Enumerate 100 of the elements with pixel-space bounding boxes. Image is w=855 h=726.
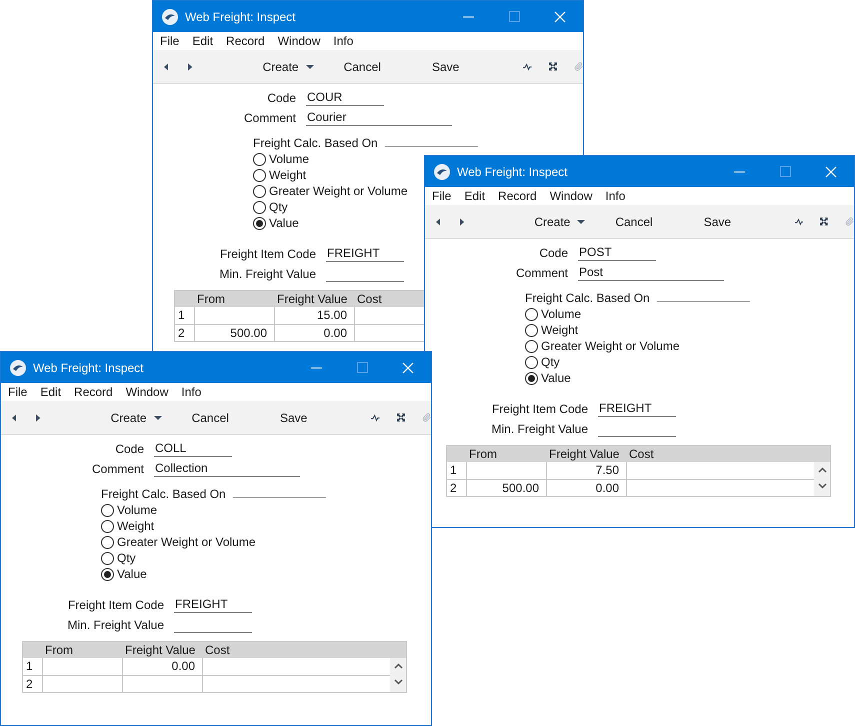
save-button[interactable]: Save bbox=[704, 212, 732, 230]
cancel-button[interactable]: Cancel bbox=[192, 408, 229, 426]
field-label: Freight Item Code bbox=[218, 246, 316, 263]
minimize-icon[interactable] bbox=[310, 366, 322, 368]
radio-label: Greater Weight or Volume bbox=[117, 534, 256, 551]
caret-icon bbox=[154, 416, 162, 420]
minimize-icon[interactable] bbox=[734, 170, 744, 172]
field-label: Code bbox=[266, 90, 296, 107]
radio-button[interactable] bbox=[253, 168, 266, 182]
next-icon[interactable] bbox=[460, 216, 464, 228]
save-button[interactable]: Save bbox=[432, 58, 460, 76]
caret-icon bbox=[577, 220, 586, 224]
radio-button[interactable] bbox=[253, 152, 266, 166]
menu-item[interactable]: Info bbox=[333, 32, 354, 50]
radio-label: Qty bbox=[269, 199, 288, 216]
next-icon[interactable] bbox=[188, 60, 193, 72]
radio-button[interactable] bbox=[101, 536, 114, 548]
field-label: Freight Calc. Based On bbox=[101, 486, 226, 503]
column-header: From bbox=[44, 642, 74, 659]
close-icon[interactable] bbox=[825, 166, 837, 178]
save-button[interactable]: Save bbox=[280, 408, 308, 426]
radio-button[interactable] bbox=[253, 200, 266, 214]
radio-label: Value bbox=[541, 370, 571, 387]
menu-item[interactable]: Window bbox=[278, 32, 320, 50]
menu-item[interactable]: Record bbox=[226, 32, 265, 50]
menu-item[interactable]: Window bbox=[550, 187, 592, 205]
radio-button[interactable] bbox=[525, 308, 538, 320]
input-field[interactable]: POST bbox=[578, 245, 656, 261]
activity-icon[interactable] bbox=[371, 412, 380, 422]
field-label: Code bbox=[538, 245, 568, 262]
scroll-up-icon[interactable] bbox=[818, 467, 826, 473]
radio-label: Weight bbox=[117, 518, 154, 535]
menu-item[interactable]: Window bbox=[126, 383, 168, 401]
menu-item[interactable]: Info bbox=[605, 187, 626, 205]
radio-button[interactable] bbox=[253, 184, 266, 198]
cancel-button[interactable]: Cancel bbox=[344, 58, 381, 76]
menu-item[interactable]: File bbox=[8, 383, 28, 401]
menu-item[interactable]: Info bbox=[181, 383, 202, 401]
radio-label: Greater Weight or Volume bbox=[541, 338, 680, 355]
table-cell: 0.00 bbox=[547, 480, 627, 496]
field-label: Comment bbox=[90, 461, 144, 478]
app-logo-icon bbox=[9, 358, 27, 376]
input-field[interactable]: Courier bbox=[306, 110, 452, 126]
column-header: Freight Value bbox=[548, 446, 620, 463]
expand-icon[interactable] bbox=[548, 60, 557, 73]
input-field[interactable]: COLL bbox=[154, 441, 232, 457]
radio-label: Qty bbox=[117, 550, 136, 567]
radio-button[interactable] bbox=[101, 520, 114, 532]
scroll-down-icon[interactable] bbox=[818, 483, 826, 489]
menu-item[interactable]: File bbox=[432, 187, 452, 205]
radio-button[interactable] bbox=[101, 504, 114, 516]
menu-item[interactable]: Edit bbox=[192, 32, 214, 50]
column-header: Freight Value bbox=[276, 291, 348, 308]
field-label: Freight Item Code bbox=[66, 597, 164, 614]
field-label: Comment bbox=[242, 110, 296, 127]
scroll-down-icon[interactable] bbox=[394, 679, 402, 685]
radio-button[interactable] bbox=[525, 340, 538, 352]
menu-item[interactable]: Record bbox=[74, 383, 113, 401]
next-icon[interactable] bbox=[36, 412, 41, 424]
radio-label: Qty bbox=[541, 354, 560, 371]
expand-icon[interactable] bbox=[396, 411, 405, 424]
radio-button[interactable] bbox=[253, 216, 266, 230]
table-cell: 15.00 bbox=[275, 307, 355, 324]
input-field[interactable]: FREIGHT bbox=[598, 401, 676, 417]
activity-icon[interactable] bbox=[523, 62, 532, 72]
field-label: Min. Freight Value bbox=[66, 617, 164, 634]
input-field[interactable]: FREIGHT bbox=[174, 597, 252, 613]
field-label: Code bbox=[114, 441, 144, 458]
create-button[interactable]: Create bbox=[262, 58, 314, 76]
minimize-icon[interactable] bbox=[462, 16, 474, 18]
close-icon[interactable] bbox=[554, 10, 566, 22]
field-label: Freight Item Code bbox=[490, 401, 588, 418]
input-field[interactable]: Post bbox=[578, 265, 724, 281]
input-field[interactable]: Collection bbox=[154, 461, 300, 477]
radio-button[interactable] bbox=[525, 372, 538, 384]
menu-item[interactable]: Record bbox=[498, 187, 537, 205]
close-icon[interactable] bbox=[402, 362, 414, 374]
menu-item[interactable]: File bbox=[160, 32, 180, 50]
radio-button[interactable] bbox=[525, 324, 538, 336]
menu-item[interactable]: Edit bbox=[464, 187, 486, 205]
table-cell: 500.00 bbox=[467, 480, 547, 496]
radio-button[interactable] bbox=[101, 568, 114, 580]
radio-label: Volume bbox=[117, 502, 158, 519]
radio-button[interactable] bbox=[101, 552, 114, 564]
table-cell: 0.00 bbox=[123, 658, 203, 675]
input-field[interactable]: COUR bbox=[306, 90, 384, 106]
menu-item[interactable]: Edit bbox=[40, 383, 62, 401]
radio-button[interactable] bbox=[525, 356, 538, 368]
expand-icon[interactable] bbox=[820, 215, 828, 228]
create-button[interactable]: Create bbox=[534, 212, 586, 230]
scroll-up-icon[interactable] bbox=[394, 663, 402, 669]
table-cell: 500.00 bbox=[195, 325, 275, 341]
field-label: Comment bbox=[514, 265, 568, 282]
input-field[interactable]: FREIGHT bbox=[326, 246, 404, 262]
field-label: Freight Calc. Based On bbox=[525, 290, 650, 307]
activity-icon[interactable] bbox=[795, 216, 804, 226]
field-label: Min. Freight Value bbox=[218, 266, 316, 283]
create-button[interactable]: Create bbox=[110, 408, 162, 426]
cancel-button[interactable]: Cancel bbox=[615, 212, 653, 230]
field-label: Freight Calc. Based On bbox=[253, 135, 378, 152]
